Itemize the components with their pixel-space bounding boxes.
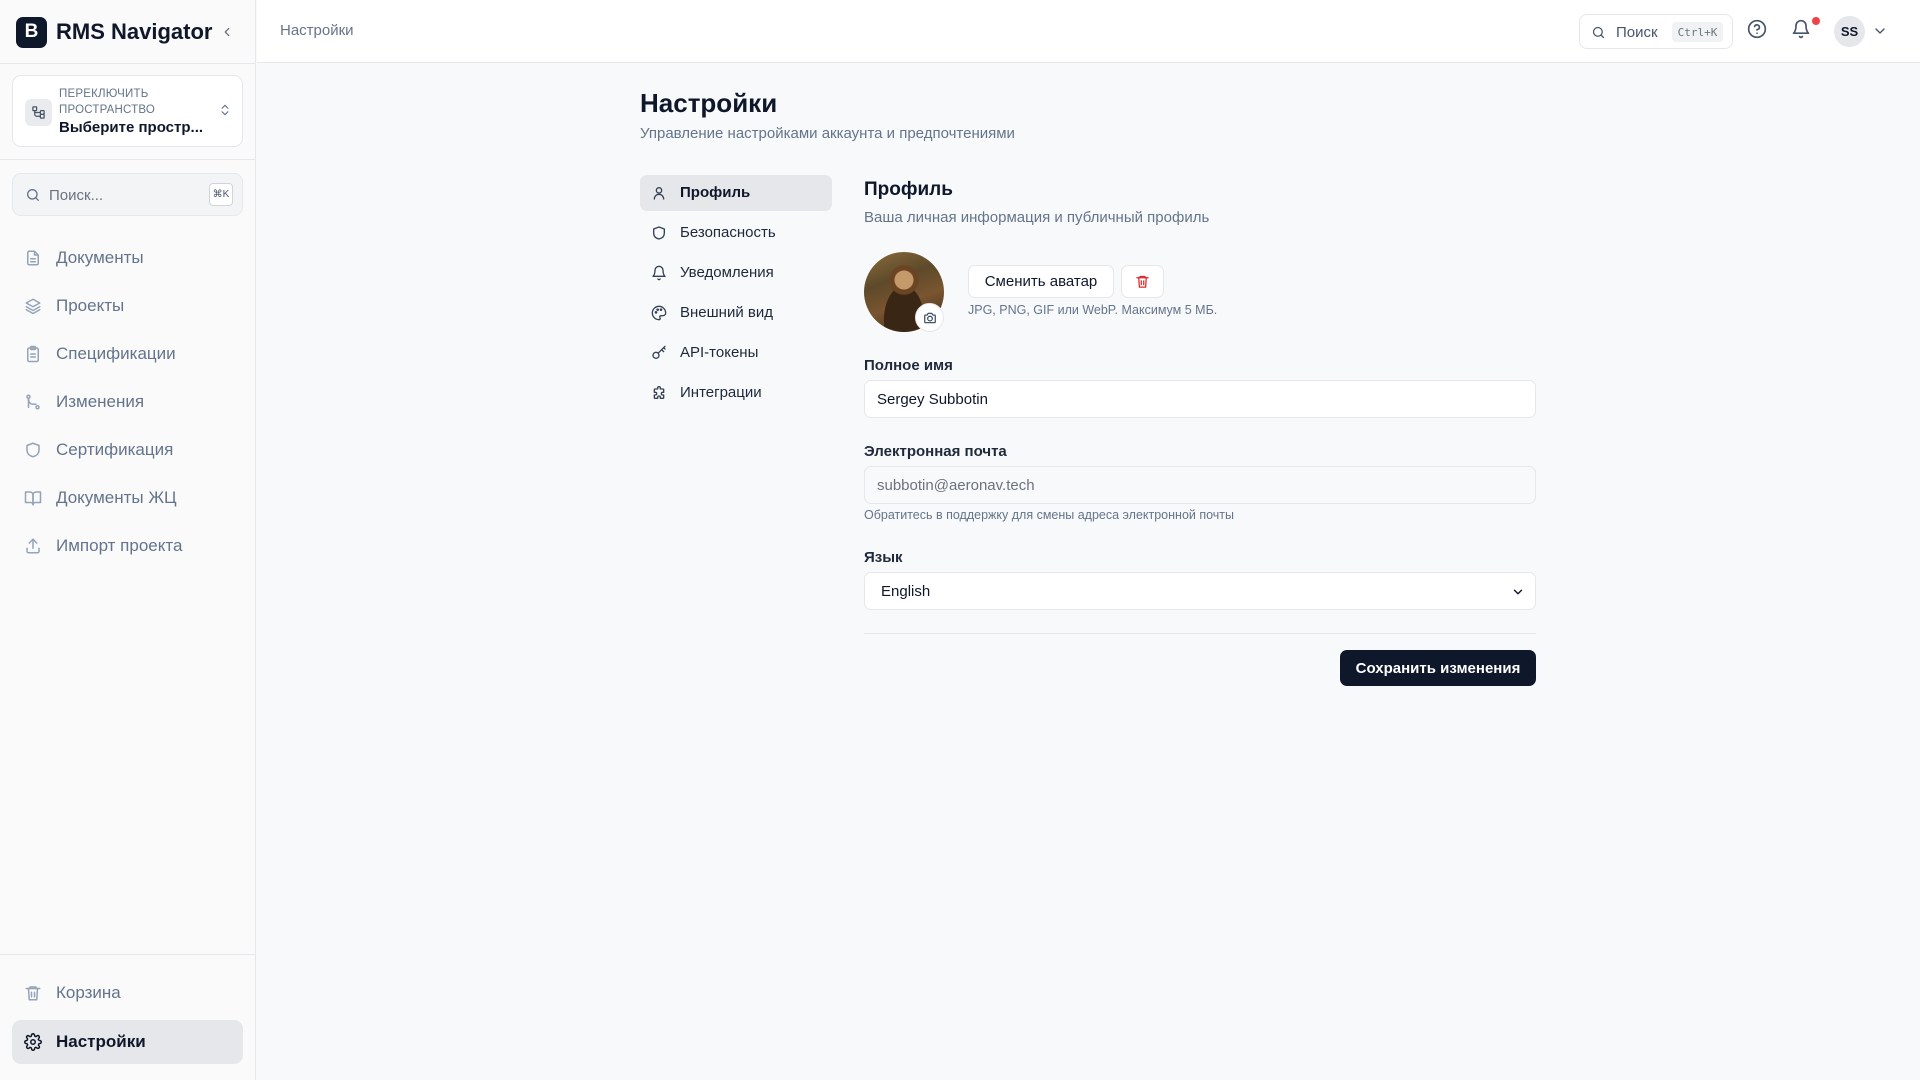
settings-tab-api-tokens[interactable]: API-токены [640,335,832,371]
sidebar-item-label: Проекты [56,296,125,315]
sidebar-item-specifications[interactable]: Спецификации [12,332,243,376]
top-header: Настройки Поиск Ctrl+K SS [257,0,1920,63]
sidebar-item-lifecycle-documents[interactable]: Документы ЖЦ [12,476,243,520]
notification-indicator [1812,17,1820,25]
sidebar-item-label: Изменения [56,392,145,411]
language-select[interactable]: English [864,572,1536,610]
divider [0,63,256,64]
chevron-down-icon [1513,589,1523,595]
section-title: Профиль [864,179,953,200]
sidebar-item-label: Спецификации [56,344,176,363]
global-search-label: Поиск [1616,24,1658,41]
email-label: Электронная почта [864,443,1007,460]
sidebar-item-trash[interactable]: Корзина [12,971,243,1015]
sidebar-item-settings[interactable]: Настройки [12,1020,243,1064]
workspace-switcher[interactable]: Переключить пространство Выберите простр… [12,75,243,147]
shield-icon [653,226,665,240]
settings-tab-label: Внешний вид [680,304,773,321]
avatar-format-hint: JPG, PNG, GIF или WebP. Максимум 5 МБ. [968,303,1218,317]
upload-avatar-button[interactable] [915,303,944,332]
sidebar-item-label: Импорт проекта [56,536,183,555]
trash-icon [1136,275,1149,288]
settings-tab-integrations[interactable]: Интеграции [640,375,832,411]
workspace-caption: Переключить пространство [59,88,156,116]
sidebar-item-label: Сертификация [56,440,174,459]
delete-avatar-button[interactable] [1121,265,1164,298]
sidebar-item-label: Настройки [56,1032,146,1051]
form-divider [864,633,1536,634]
search-shortcut-hint: ⌘K [209,183,233,206]
shield-icon [26,442,40,458]
settings-tab-security[interactable]: Безопасность [640,215,832,251]
settings-tab-label: Уведомления [680,264,774,281]
chevrons-up-down-icon [221,104,229,116]
sidebar-item-documents[interactable]: Документы [12,236,243,280]
full-name-input[interactable] [864,380,1536,418]
sidebar-item-certification[interactable]: Сертификация [12,428,243,472]
sidebar-search-placeholder: Поиск... [49,187,104,204]
help-circle-icon [1747,19,1767,39]
settings-tab-profile[interactable]: Профиль [640,175,832,211]
clipboard-icon [27,345,39,363]
sidebar: B RMS Navigator Переключить пространство… [0,0,256,1080]
bell-icon [652,265,666,281]
search-icon [27,189,39,201]
email-note: Обратитесь в поддержку для смены адреса … [864,508,1235,522]
bell-icon [1792,19,1810,39]
workspace-icon [25,99,52,126]
chevron-left-icon [224,27,230,37]
collapse-sidebar-button[interactable] [215,20,239,44]
palette-icon [651,305,667,321]
section-subtitle: Ваша личная информация и публичный профи… [864,209,1210,226]
search-icon [1592,26,1605,39]
global-search-shortcut: Ctrl+K [1672,22,1723,42]
settings-tab-notifications[interactable]: Уведомления [640,255,832,291]
settings-tab-appearance[interactable]: Внешний вид [640,295,832,331]
sidebar-search[interactable]: Поиск... ⌘K [12,173,243,216]
help-button[interactable] [1747,19,1771,43]
settings-tab-label: Безопасность [680,224,776,241]
change-avatar-button[interactable]: Сменить аватар [968,265,1114,298]
settings-tab-label: API-токены [680,344,759,361]
workspace-value: Выберите простр... [59,119,204,136]
divider [0,954,256,955]
breadcrumb: Настройки [280,22,354,39]
page-subtitle: Управление настройками аккаунта и предпо… [640,125,1015,142]
app-logo: B [16,16,47,48]
layers-icon [25,298,41,315]
book-open-icon [24,491,42,506]
user-avatar[interactable]: SS [1834,16,1865,47]
trash-icon [25,986,41,1001]
puzzle-icon [653,386,665,399]
key-icon [652,345,666,359]
sidebar-item-label: Документы ЖЦ [56,488,177,507]
save-changes-button[interactable]: Сохранить изменения [1340,650,1536,686]
sidebar-item-projects[interactable]: Проекты [12,284,243,328]
email-input [864,466,1536,504]
git-branch-icon [26,394,40,410]
chevron-down-icon[interactable] [1872,23,1888,39]
file-text-icon [27,250,39,266]
camera-icon [923,312,936,323]
sidebar-item-import-project[interactable]: Импорт проекта [12,524,243,568]
page-title: Настройки [640,88,778,118]
app-name: RMS Navigator [56,19,213,44]
settings-tab-label: Профиль [680,184,751,201]
sidebar-item-label: Корзина [56,983,121,1002]
settings-tab-label: Интеграции [680,384,762,401]
gear-icon [24,1033,42,1051]
full-name-label: Полное имя [864,357,953,374]
user-icon [653,187,665,200]
global-search-button[interactable]: Поиск Ctrl+K [1579,14,1733,49]
language-select-value: English [881,583,931,600]
language-label: Язык [864,549,903,566]
sidebar-item-changes[interactable]: Изменения [12,380,243,424]
brand[interactable]: B RMS Navigator [16,16,212,48]
sidebar-item-label: Документы [56,248,144,267]
upload-icon [26,538,40,554]
divider [0,159,256,160]
